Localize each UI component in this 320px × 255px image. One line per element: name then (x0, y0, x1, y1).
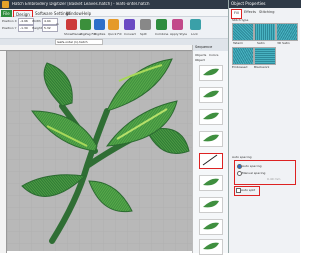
lock-button[interactable] (190, 19, 201, 30)
digitize-label: Digitize (94, 32, 106, 36)
window-title: Hatch Embroidery Digitizer [Basket Leave… (12, 2, 150, 6)
embossed-swatch[interactable] (232, 47, 254, 65)
sequence-thumbnails (202, 68, 219, 250)
satin-swatch[interactable] (254, 23, 276, 41)
sequence-column-header: Object (195, 59, 205, 62)
show-places-button[interactable] (66, 19, 77, 30)
show-places-label: ShowPlaces (64, 32, 82, 36)
position-x-label: Position X (2, 19, 17, 23)
height-field[interactable]: 5.32 (42, 25, 58, 32)
manual-spacing-label: Manual spacing (242, 171, 266, 175)
title-bar: Hatch Embroidery Digitizer [Basket Leave… (0, 0, 228, 9)
toolbar: Position X -4.96 Width 4.94 Position Y -… (0, 17, 228, 39)
combine-label: Combine (155, 32, 169, 36)
unit-label: in (56, 22, 59, 26)
manual-spacing-value: 0.40 mm (267, 177, 281, 181)
lock-label: Lock (191, 32, 198, 36)
auto-spacing-label: Auto spacing (242, 164, 262, 168)
quick-fill-label: Quick Fill (108, 32, 122, 36)
properties-title: Object Properties (229, 0, 301, 8)
blackwork-label: Blackwork (254, 65, 270, 69)
app-logo-icon (2, 1, 9, 8)
split-label: Split (140, 32, 147, 36)
auto-split-label: Auto split (241, 188, 256, 192)
sequence-title: Sequence (193, 45, 229, 51)
convert-label: Convert (124, 32, 136, 36)
apply-style-button[interactable] (172, 19, 183, 30)
tab-stitching[interactable]: Stitching (257, 9, 277, 17)
sequence-panel: Sequence Objects Colors Object (192, 45, 229, 255)
satin-label: Satin (257, 41, 265, 45)
tab-effects[interactable]: Effects (242, 9, 258, 17)
leaf-design (7, 51, 192, 251)
stitch-type-label: Stitch type (232, 18, 249, 22)
quick-fill-button[interactable] (108, 19, 119, 30)
zigzag-fill-button[interactable] (80, 19, 91, 30)
menu-bar: File Design Software Settings Window Hel… (0, 9, 228, 20)
3d-satin-label: 3D Satin (277, 41, 290, 45)
tatami-label: Tatami (233, 41, 243, 45)
spacing-group-label: Auto spacing (232, 155, 252, 159)
combine-button[interactable] (156, 19, 167, 30)
height-label: Height (32, 26, 42, 30)
convert-button[interactable] (124, 19, 135, 30)
tab-objects[interactable]: Objects (195, 53, 206, 57)
apply-style-label: Apply Style (170, 32, 187, 36)
tatami-swatch[interactable] (232, 23, 254, 41)
blackwork-swatch[interactable] (254, 47, 276, 65)
tab-colors[interactable]: Colors (209, 53, 218, 57)
embossed-label: Embossed (232, 65, 248, 69)
object-properties-panel: Object Properties Fill Effects Stitching… (228, 0, 301, 253)
split-button[interactable] (140, 19, 151, 30)
ruler-vertical (0, 51, 7, 253)
width-label: Width (32, 19, 41, 23)
position-y-label: Position Y (2, 26, 17, 30)
3d-satin-swatch[interactable] (276, 23, 298, 41)
digitize-button[interactable] (94, 19, 105, 30)
design-canvas[interactable] (7, 51, 192, 251)
